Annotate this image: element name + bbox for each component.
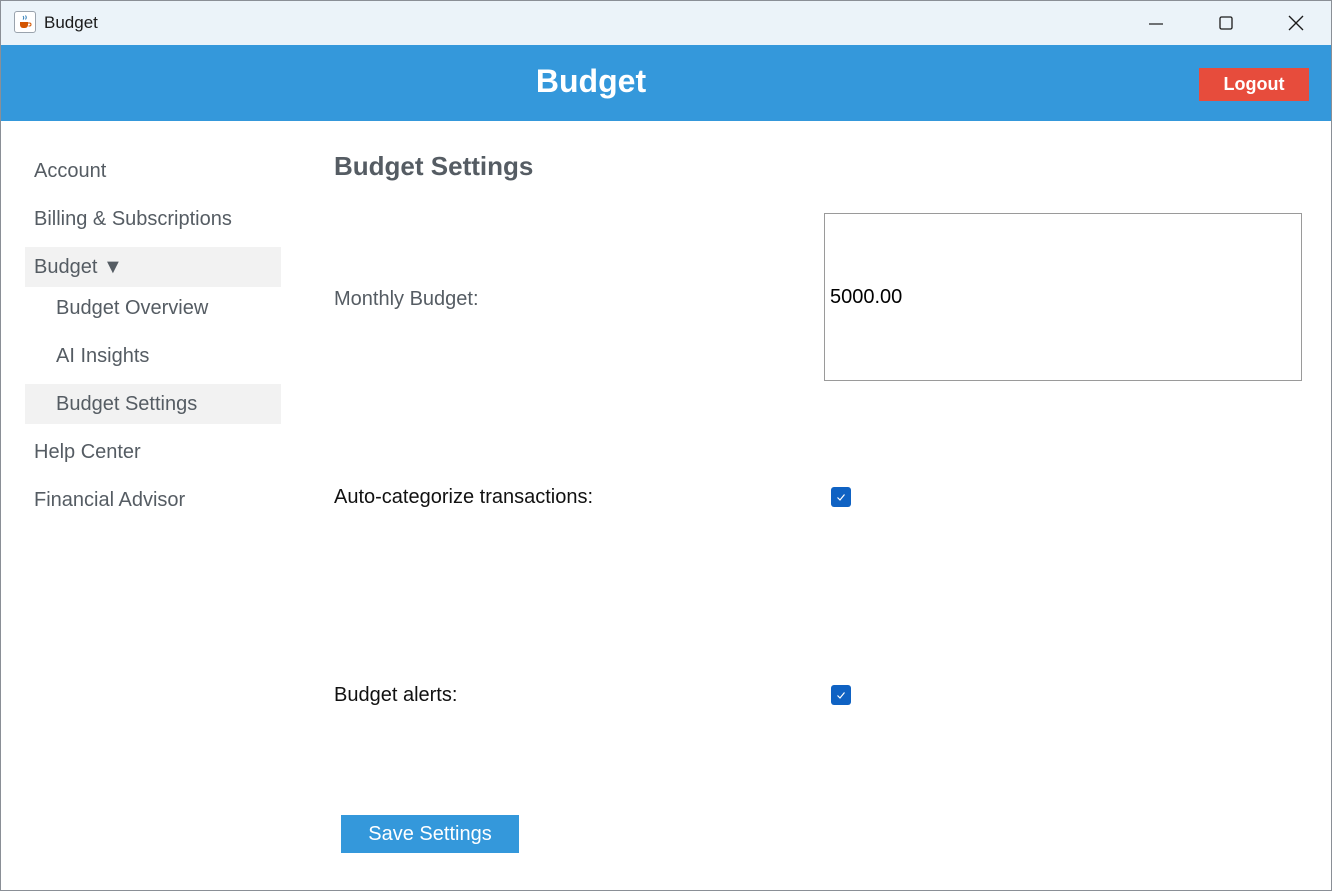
logout-button[interactable]: Logout [1199,68,1309,101]
sidebar-item-budget[interactable]: Budget ▼ [25,247,281,287]
monthly-budget-input[interactable] [824,213,1302,381]
sidebar-item-budget-overview[interactable]: Budget Overview [25,288,281,328]
save-settings-button[interactable]: Save Settings [341,815,519,853]
sidebar-item-financial-advisor[interactable]: Financial Advisor [25,480,281,520]
java-cup-icon [14,11,36,33]
header-title: Budget [535,63,647,99]
minimize-icon [1149,23,1163,25]
close-button[interactable] [1261,1,1331,45]
budget-alerts-label: Budget alerts: [334,684,458,706]
checkmark-icon [837,494,845,501]
monthly-budget-label: Monthly Budget: [334,288,479,310]
auto-categorize-checkbox[interactable] [831,487,851,507]
close-icon [1288,15,1304,31]
sidebar-item-ai-insights[interactable]: AI Insights [25,336,281,376]
maximize-button[interactable] [1191,1,1261,45]
app-header: Budget Logout [1,45,1331,121]
maximize-icon [1219,16,1233,30]
window-title: Budget [44,13,98,32]
sidebar-item-budget-settings[interactable]: Budget Settings [25,384,281,424]
sidebar-item-help-center[interactable]: Help Center [25,432,281,472]
checkmark-icon [837,692,845,699]
budget-alerts-checkbox[interactable] [831,685,851,705]
page-title: Budget Settings [334,151,534,181]
title-bar[interactable]: Budget [1,1,1331,45]
sidebar-item-billing[interactable]: Billing & Subscriptions [25,199,281,239]
minimize-button[interactable] [1121,1,1191,45]
sidebar-item-account[interactable]: Account [25,151,281,191]
auto-categorize-label: Auto-categorize transactions: [334,486,594,508]
app-window: Budget Budget Logout Account Billing & S… [0,0,1332,891]
